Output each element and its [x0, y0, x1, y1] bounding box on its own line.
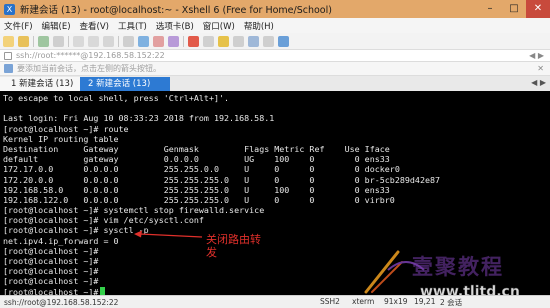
address-nav-arrows-icon[interactable]: ◀ ▶	[529, 51, 544, 60]
terminal-line: [root@localhost ~]# route	[3, 123, 129, 134]
address-field[interactable]: ssh://root:******@192.168.58.152:22	[16, 51, 165, 60]
tab-scroll-arrows-icon[interactable]: ◀ ▶	[531, 78, 546, 87]
find-icon[interactable]	[103, 35, 114, 47]
terminal-line: 172.17.0.0 0.0.0.0 255.255.0.0 U 0 0 0 d…	[3, 164, 400, 175]
globe-icon[interactable]	[138, 35, 149, 47]
xftp-icon[interactable]	[188, 35, 199, 47]
font-icon[interactable]	[153, 35, 164, 47]
status-term: xterm	[352, 297, 375, 306]
terminal-line: [root@localhost ~]# systemctl stop firew…	[3, 205, 265, 216]
session-tab-bar: 1 新建会话 (13) 2 新建会话 (13) ◀ ▶	[0, 76, 550, 91]
toolbar-separator	[183, 35, 184, 47]
terminal-line: 192.168.122.0 0.0.0.0 255.255.255.0 U 0 …	[3, 194, 395, 205]
terminal-line: [root@localhost ~]# sysctl -p	[3, 225, 149, 236]
terminal-line: Destination Gateway Genmask Flags Metric…	[3, 143, 390, 154]
terminal-line: [root@localhost ~]#	[3, 256, 99, 266]
maximize-button[interactable]: □	[502, 0, 526, 18]
toolbar	[0, 33, 550, 50]
annotation-text: 关闭路由转发	[206, 233, 261, 259]
menu-file[interactable]: 文件(F)	[4, 20, 33, 32]
terminal-line: To escape to local shell, press 'Ctrl+Al…	[3, 93, 230, 103]
menu-tools[interactable]: 工具(T)	[118, 20, 147, 32]
terminal-line: 172.20.0.0 0.0.0.0 255.255.255.0 U 0 0 0…	[3, 174, 441, 185]
open-folder-icon[interactable]	[18, 35, 29, 47]
hint-arrow-icon[interactable]	[4, 64, 13, 73]
terminal-line: default gateway 0.0.0.0 UG 100 0 0 ens33	[3, 154, 390, 165]
terminal-line: [root@localhost ~]#	[3, 245, 99, 256]
close-button[interactable]: ✕	[526, 0, 550, 18]
terminal-line: net.ipv4.ip_forward = 0	[3, 235, 119, 246]
menu-view[interactable]: 查看(V)	[80, 20, 109, 32]
tab-label: 2 新建会话 (13)	[88, 79, 151, 89]
menu-tabs[interactable]: 选项卡(B)	[156, 20, 194, 32]
minimize-button[interactable]: –	[478, 0, 502, 18]
terminal-line: 192.168.58.0 0.0.0.0 255.255.255.0 U 100…	[3, 184, 390, 195]
copy-icon[interactable]	[73, 35, 84, 47]
help-icon[interactable]	[278, 35, 289, 47]
hint-close-icon[interactable]: ✕	[537, 64, 544, 73]
status-bar: ssh://root@192.168.58.152:22 SSH2 xterm …	[0, 295, 550, 308]
terminal-output[interactable]: To escape to local shell, press 'Ctrl+Al…	[0, 91, 550, 295]
menu-bar: 文件(F) 编辑(E) 查看(V) 工具(T) 选项卡(B) 窗口(W) 帮助(…	[0, 18, 550, 33]
new-session-icon[interactable]	[3, 35, 14, 47]
status-connection: ssh://root@192.168.58.152:22	[4, 297, 119, 307]
tab-session-2[interactable]: 2 新建会话 (13)	[80, 77, 170, 91]
status-size: 91x19	[384, 297, 408, 306]
disconnect-icon[interactable]	[53, 35, 64, 47]
keyboard-icon[interactable]	[203, 35, 214, 47]
terminal-cursor	[100, 287, 105, 295]
lock-icon[interactable]	[218, 35, 229, 47]
status-sessions: 2 会话	[440, 298, 463, 307]
paste-icon[interactable]	[88, 35, 99, 47]
xshell-app-icon: X	[4, 3, 15, 15]
tab-session-1[interactable]: 1 新建会话 (13)	[0, 77, 80, 91]
toolbar-separator	[118, 35, 119, 47]
toolbar-separator	[68, 35, 69, 47]
reconnect-icon[interactable]	[38, 35, 49, 47]
tab-label: 1 新建会话 (13)	[11, 79, 74, 89]
window-title: 新建会话 (13) - root@localhost:~ - Xshell 6 …	[20, 5, 332, 16]
terminal-line: Kernel IP routing table	[3, 133, 119, 144]
hint-text: 要添加当前会话，点击左侧的箭头按钮。	[17, 64, 161, 73]
fullscreen-icon[interactable]	[233, 35, 244, 47]
print-icon[interactable]	[123, 35, 134, 47]
address-icon	[4, 51, 12, 60]
menu-window[interactable]: 窗口(W)	[203, 20, 235, 32]
terminal-line: Last login: Fri Aug 10 08:33:23 2018 fro…	[3, 113, 275, 124]
menu-help[interactable]: 帮助(H)	[244, 20, 274, 32]
session-hint-bar: 要添加当前会话，点击左侧的箭头按钮。 ✕	[0, 62, 550, 76]
terminal-line: [root@localhost ~]#	[3, 266, 99, 277]
title-bar: X 新建会话 (13) - root@localhost:~ - Xshell …	[0, 0, 550, 18]
status-position: 19,21	[414, 297, 436, 306]
toolbar-separator	[33, 35, 34, 47]
terminal-line: [root@localhost ~]#	[3, 276, 99, 287]
menu-edit[interactable]: 编辑(E)	[42, 20, 71, 32]
terminal-line: [root@localhost ~]#	[3, 286, 104, 295]
status-protocol: SSH2	[320, 297, 340, 306]
tile-icon[interactable]	[248, 35, 259, 47]
address-bar[interactable]: ssh://root:******@192.168.58.152:22 ◀ ▶	[0, 50, 550, 62]
color-scheme-icon[interactable]	[168, 35, 179, 47]
compose-icon[interactable]	[263, 35, 274, 47]
annotation-arrow-icon	[134, 230, 203, 238]
terminal-line: [root@localhost ~]# vim /etc/sysctl.conf	[3, 215, 204, 226]
